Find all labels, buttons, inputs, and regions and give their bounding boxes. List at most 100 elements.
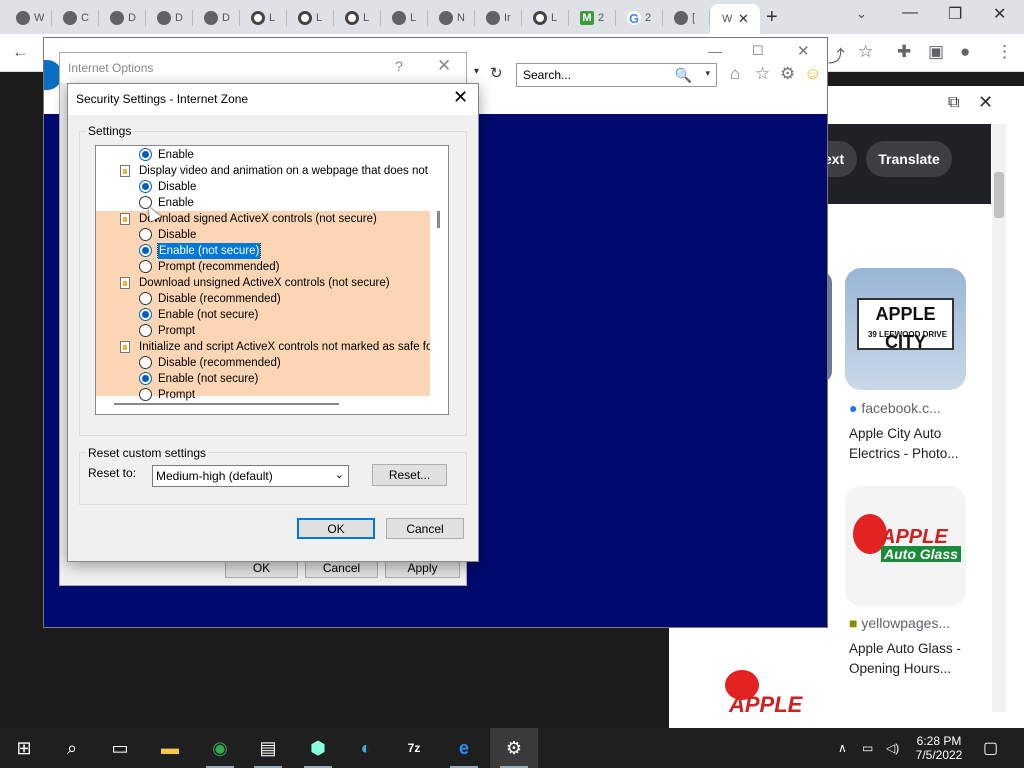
settings-gear-icon[interactable]: ⚙ bbox=[780, 64, 795, 84]
close-icon[interactable]: ✕ bbox=[453, 87, 468, 108]
setting-category[interactable]: Download signed ActiveX controls (not se… bbox=[120, 211, 430, 227]
radio-checked-icon[interactable] bbox=[139, 372, 152, 385]
setting-option-radio[interactable]: Disable bbox=[139, 227, 429, 243]
network-icon[interactable]: ▭ bbox=[862, 728, 873, 768]
chrome-taskbar-icon[interactable]: ◉ bbox=[196, 728, 244, 768]
share-icon[interactable]: ⤴ bbox=[828, 42, 845, 67]
radio-unchecked-icon[interactable] bbox=[139, 324, 152, 337]
list-horizontal-scroll-thumb[interactable] bbox=[114, 403, 339, 405]
ie-minimize-icon[interactable]: — bbox=[708, 43, 722, 59]
chrome-tab[interactable]: N bbox=[431, 6, 475, 30]
terminal-icon[interactable]: ▤ bbox=[244, 728, 292, 768]
result-image-apple-city[interactable]: APPLE CITY 39 LEEWOOD DRIVE bbox=[845, 268, 966, 390]
menu-kebab-icon[interactable]: ⋮ bbox=[996, 42, 1013, 62]
setting-option-radio[interactable]: Prompt bbox=[139, 387, 429, 403]
chrome-tab[interactable]: C bbox=[55, 6, 99, 30]
volume-icon[interactable]: ◁) bbox=[886, 728, 899, 768]
setting-option-radio[interactable]: Disable (recommended) bbox=[139, 291, 429, 307]
notification-icon[interactable]: ▢ bbox=[983, 728, 998, 768]
radio-checked-icon[interactable] bbox=[139, 180, 152, 193]
smiley-feedback-icon[interactable]: ☺ bbox=[804, 64, 821, 84]
radio-unchecked-icon[interactable] bbox=[139, 228, 152, 241]
search-dropdown-icon[interactable]: ▾ bbox=[705, 68, 710, 79]
security-cancel-button[interactable]: Cancel bbox=[386, 518, 464, 539]
search-icon[interactable]: ⌕ bbox=[48, 728, 96, 768]
back-icon[interactable]: ← bbox=[12, 42, 29, 62]
chrome-tab[interactable]: L bbox=[525, 6, 569, 30]
address-dropdown-icon[interactable]: ▾ bbox=[474, 66, 479, 77]
setting-category[interactable]: Download unsigned ActiveX controls (not … bbox=[120, 275, 430, 291]
tab-search-icon[interactable]: ⌄ bbox=[856, 6, 867, 22]
ie-search-box[interactable]: Search... 🔍 ▾ bbox=[516, 63, 717, 87]
result-source[interactable]: ● facebook.c... bbox=[849, 400, 941, 416]
radio-unchecked-icon[interactable] bbox=[139, 356, 152, 369]
favorites-icon[interactable]: ☆ bbox=[755, 64, 770, 84]
setting-option-radio[interactable]: Enable (not secure) bbox=[139, 307, 429, 323]
setting-option-radio[interactable]: Enable bbox=[139, 195, 429, 211]
refresh-icon[interactable]: ↻ bbox=[490, 64, 503, 82]
chrome-tab[interactable]: L bbox=[384, 6, 428, 30]
setting-option-radio[interactable]: Enable (not secure) bbox=[139, 371, 429, 387]
chrome-active-tab[interactable]: W ✕ bbox=[710, 4, 760, 34]
list-vertical-scroll-thumb[interactable] bbox=[437, 211, 440, 228]
tray-chevron-icon[interactable]: ∧ bbox=[838, 728, 847, 768]
radio-unchecked-icon[interactable] bbox=[139, 292, 152, 305]
window-close-icon[interactable]: ✕ bbox=[993, 4, 1006, 24]
result-image-apple-auto-glass[interactable]: APPLE Auto Glass bbox=[845, 486, 966, 606]
new-tab-button[interactable]: + bbox=[766, 6, 778, 29]
panel-scroll-thumb[interactable] bbox=[994, 172, 1004, 218]
setting-category[interactable]: Display video and animation on a webpage… bbox=[120, 163, 430, 179]
radio-checked-icon[interactable] bbox=[139, 148, 152, 161]
radio-checked-icon[interactable] bbox=[139, 308, 152, 321]
reset-button[interactable]: Reset... bbox=[372, 464, 447, 486]
chrome-tab[interactable]: D bbox=[196, 6, 240, 30]
internet-explorer-icon[interactable]: e bbox=[440, 728, 488, 768]
setting-option-radio[interactable]: Enable bbox=[139, 147, 429, 163]
clock[interactable]: 6:28 PM 7/5/2022 bbox=[912, 728, 966, 768]
setting-option-radio[interactable]: Prompt (recommended) bbox=[139, 259, 429, 275]
7zip-icon[interactable]: 7z bbox=[390, 728, 438, 768]
radio-checked-icon[interactable] bbox=[139, 244, 152, 257]
reset-to-select[interactable]: Medium-high (default) ⌄ bbox=[152, 465, 349, 487]
setting-option-radio[interactable]: Enable (not secure) bbox=[139, 243, 429, 259]
chrome-tab[interactable]: L bbox=[243, 6, 287, 30]
search-icon[interactable]: 🔍 bbox=[675, 67, 692, 84]
result-source[interactable]: ■ yellowpages... bbox=[849, 615, 950, 631]
extensions-icon[interactable]: ✚ bbox=[897, 42, 911, 62]
network-app-icon[interactable]: ⬢ bbox=[294, 728, 342, 768]
radio-unchecked-icon[interactable] bbox=[139, 260, 152, 273]
chrome-tab[interactable]: Ir bbox=[478, 6, 522, 30]
ie-maximize-icon[interactable]: ☐ bbox=[752, 43, 764, 59]
chrome-tab[interactable]: G2 bbox=[619, 6, 663, 30]
home-icon[interactable]: ⌂ bbox=[730, 64, 740, 84]
profile-icon[interactable]: ● bbox=[960, 42, 970, 62]
chrome-tab[interactable]: D bbox=[149, 6, 193, 30]
chrome-tab[interactable]: M2 bbox=[572, 6, 616, 30]
help-icon[interactable]: ? bbox=[395, 58, 403, 74]
translate-button[interactable]: Translate bbox=[866, 141, 952, 177]
setting-option-radio[interactable]: Disable (recommended) bbox=[139, 355, 429, 371]
bookmark-star-icon[interactable]: ☆ bbox=[858, 42, 873, 62]
setting-category[interactable]: Initialize and script ActiveX controls n… bbox=[120, 339, 430, 355]
minimize-icon[interactable]: — bbox=[902, 4, 918, 22]
close-icon[interactable]: ✕ bbox=[437, 56, 451, 76]
result-title[interactable]: Apple City Auto Electrics - Photo... bbox=[849, 424, 979, 464]
panel-close-icon[interactable]: ✕ bbox=[978, 92, 993, 113]
setting-option-radio[interactable]: Disable bbox=[139, 179, 429, 195]
chrome-tab[interactable]: [ bbox=[666, 6, 710, 30]
side-panel-icon[interactable]: ▣ bbox=[928, 42, 944, 62]
start-windows-icon[interactable]: ⊞ bbox=[0, 728, 48, 768]
chrome-tab[interactable]: L bbox=[290, 6, 334, 30]
setting-option-radio[interactable]: Prompt bbox=[139, 323, 429, 339]
ie-close-icon[interactable]: ✕ bbox=[797, 42, 810, 60]
chrome-tab[interactable]: W bbox=[8, 6, 52, 30]
radio-unchecked-icon[interactable] bbox=[139, 388, 152, 401]
close-tab-icon[interactable]: ✕ bbox=[738, 11, 749, 27]
maximize-icon[interactable]: ❐ bbox=[948, 4, 962, 24]
result-thumbnail[interactable]: APPLE bbox=[711, 652, 831, 712]
security-ok-button[interactable]: OK bbox=[297, 518, 375, 539]
chrome-tab[interactable]: D bbox=[102, 6, 146, 30]
internet-options-taskbar-icon[interactable]: ⚙ bbox=[490, 728, 538, 768]
open-new-window-icon[interactable]: ⧉ bbox=[948, 94, 959, 112]
chrome-tab[interactable]: L bbox=[337, 6, 381, 30]
